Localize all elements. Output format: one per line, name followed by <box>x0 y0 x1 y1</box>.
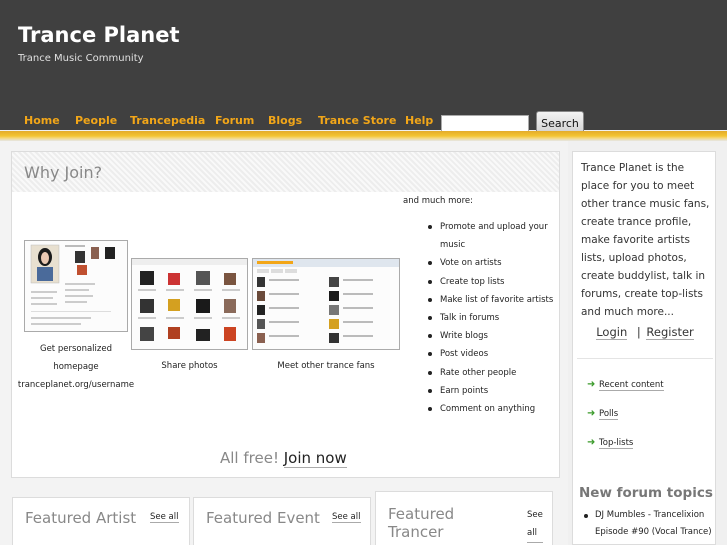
recent-content-link[interactable]: Recent content <box>599 380 664 391</box>
featured-artist-title: Featured Artist <box>25 509 137 527</box>
feature-item: Create top lists <box>425 273 557 291</box>
nav-trancepedia[interactable]: Trancepedia <box>130 114 205 127</box>
fans-caption: Meet other trance fans <box>277 361 375 371</box>
sidebar-intro: Trance Planet is the place for you to me… <box>581 162 710 318</box>
featured-trancer-panel: Featured Trancer See all <box>375 491 553 545</box>
join-now-link[interactable]: Join now <box>283 449 347 468</box>
sidebar-item-polls[interactable]: ➜ Polls <box>587 408 619 420</box>
nav-home[interactable]: Home <box>24 114 60 127</box>
all-free-label: All free! <box>220 449 279 467</box>
homepage-caption: Get personalized homepage tranceplanet.o… <box>12 340 140 394</box>
sidebar-item-top-lists[interactable]: ➜ Top-lists <box>587 437 634 449</box>
why-join-title: Why Join? <box>24 163 103 182</box>
polls-link[interactable]: Polls <box>599 409 619 420</box>
featured-trancer-see-line1[interactable]: See <box>527 506 543 524</box>
much-more-label: and much more: <box>403 196 474 206</box>
featured-trancer-title-line2: Trancer <box>388 523 444 541</box>
sidebar-divider <box>577 358 713 359</box>
login-register-row: Login | Register <box>573 325 717 340</box>
fans-screenshot[interactable] <box>252 258 400 350</box>
login-separator: | <box>636 325 641 339</box>
nav-help[interactable]: Help <box>405 114 433 127</box>
arrow-right-icon: ➜ <box>587 437 596 448</box>
feature-item: Vote on artists <box>425 254 557 272</box>
main-nav: Home People Trancepedia Forum Blogs Tran… <box>0 108 727 132</box>
forum-topics-title: New forum topics <box>579 485 713 501</box>
featured-artist-see-all-link[interactable]: See all <box>150 512 179 523</box>
site-title[interactable]: Trance Planet <box>18 23 180 47</box>
site-slogan: Trance Music Community <box>18 53 144 64</box>
featured-artist-panel: Featured Artist See all <box>12 497 190 545</box>
why-join-header: Why Join? <box>12 152 559 192</box>
nav-trance-store[interactable]: Trance Store <box>318 114 396 127</box>
header-stripe <box>0 131 727 141</box>
featured-trancer-title: Featured Trancer <box>388 505 454 541</box>
top-lists-link[interactable]: Top-lists <box>599 438 634 449</box>
features-list: Promote and upload your music Vote on ar… <box>425 218 557 418</box>
homepage-screenshot[interactable] <box>24 240 128 332</box>
feature-item: Comment on anything <box>425 400 557 418</box>
feature-item: Earn points <box>425 382 557 400</box>
register-link[interactable]: Register <box>646 325 694 340</box>
arrow-right-icon: ➜ <box>587 408 596 419</box>
featured-trancer-title-line1: Featured <box>388 505 455 523</box>
featured-event-see-all-link[interactable]: See all <box>332 512 361 523</box>
sidebar-item-recent-content[interactable]: ➜ Recent content <box>587 379 664 391</box>
photos-caption: Share photos <box>161 361 218 371</box>
feature-item: Rate other people <box>425 364 557 382</box>
featured-trancer-see-all-link[interactable]: See all <box>527 506 543 543</box>
login-link[interactable]: Login <box>596 325 628 340</box>
homepage-caption-line1: Get personalized <box>39 344 112 354</box>
forum-topic-link[interactable]: DJ Mumbles - Trancelixion Episode #90 (V… <box>581 507 713 541</box>
feature-item: Post videos <box>425 345 557 363</box>
homepage-caption-line3: tranceplanet.org/username <box>17 380 135 390</box>
feature-item: Promote and upload your music <box>425 218 557 254</box>
nav-people[interactable]: People <box>75 114 117 127</box>
nav-forum[interactable]: Forum <box>215 114 254 127</box>
forum-topics-list: DJ Mumbles - Trancelixion Episode #90 (V… <box>581 507 713 541</box>
arrow-right-icon: ➜ <box>587 379 596 390</box>
feature-item: Talk in forums <box>425 309 557 327</box>
join-cta: All free! Join now <box>220 449 347 468</box>
photos-screenshot[interactable] <box>131 258 248 350</box>
homepage-caption-line2: homepage <box>53 362 99 372</box>
featured-trancer-see-line2[interactable]: all <box>527 524 543 543</box>
nav-blogs[interactable]: Blogs <box>268 114 302 127</box>
why-join-panel: Why Join? Get personalized homepage tran… <box>11 151 560 478</box>
featured-event-title: Featured Event <box>206 509 320 527</box>
feature-item: Write blogs <box>425 327 557 345</box>
sidebar: Trance Planet is the place for you to me… <box>572 151 716 545</box>
featured-event-panel: Featured Event See all <box>193 497 371 545</box>
feature-item: Make list of favorite artists <box>425 291 557 309</box>
